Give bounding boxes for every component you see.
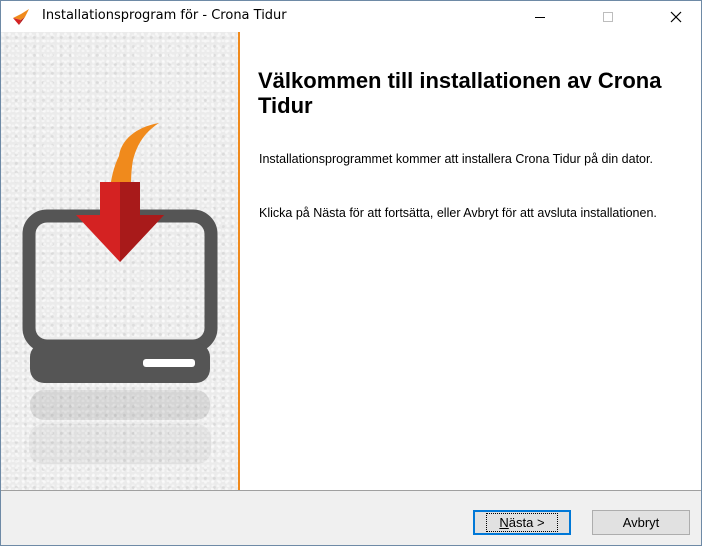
next-button[interactable]: Nästa > bbox=[473, 510, 571, 535]
title-bar[interactable]: Installationsprogram för - Crona Tidur bbox=[1, 1, 701, 32]
instruction-text: Klicka på Nästa för att fortsätta, eller… bbox=[259, 206, 657, 220]
close-icon bbox=[670, 11, 682, 22]
next-button-label: Nästa > bbox=[486, 513, 558, 532]
welcome-panel: Välkommen till installationen av Crona T… bbox=[240, 32, 701, 490]
button-bar: Nästa > Avbryt bbox=[1, 491, 701, 545]
maximize-icon bbox=[603, 11, 613, 22]
maximize-button[interactable] bbox=[585, 1, 631, 32]
install-description: Installationsprogrammet kommer att insta… bbox=[259, 152, 653, 166]
close-button[interactable] bbox=[653, 1, 699, 32]
installer-icon bbox=[13, 9, 29, 25]
cancel-button[interactable]: Avbryt bbox=[592, 510, 690, 535]
minimize-icon bbox=[535, 16, 545, 18]
minimize-button[interactable] bbox=[517, 1, 563, 32]
welcome-heading: Välkommen till installationen av Crona T… bbox=[258, 68, 662, 118]
wizard-content: Välkommen till installationen av Crona T… bbox=[1, 32, 701, 490]
window-title: Installationsprogram för - Crona Tidur bbox=[42, 8, 287, 23]
side-banner bbox=[1, 32, 238, 490]
computer-download-illustration bbox=[22, 123, 218, 464]
installer-window: Installationsprogram för - Crona Tidur V… bbox=[0, 0, 702, 546]
